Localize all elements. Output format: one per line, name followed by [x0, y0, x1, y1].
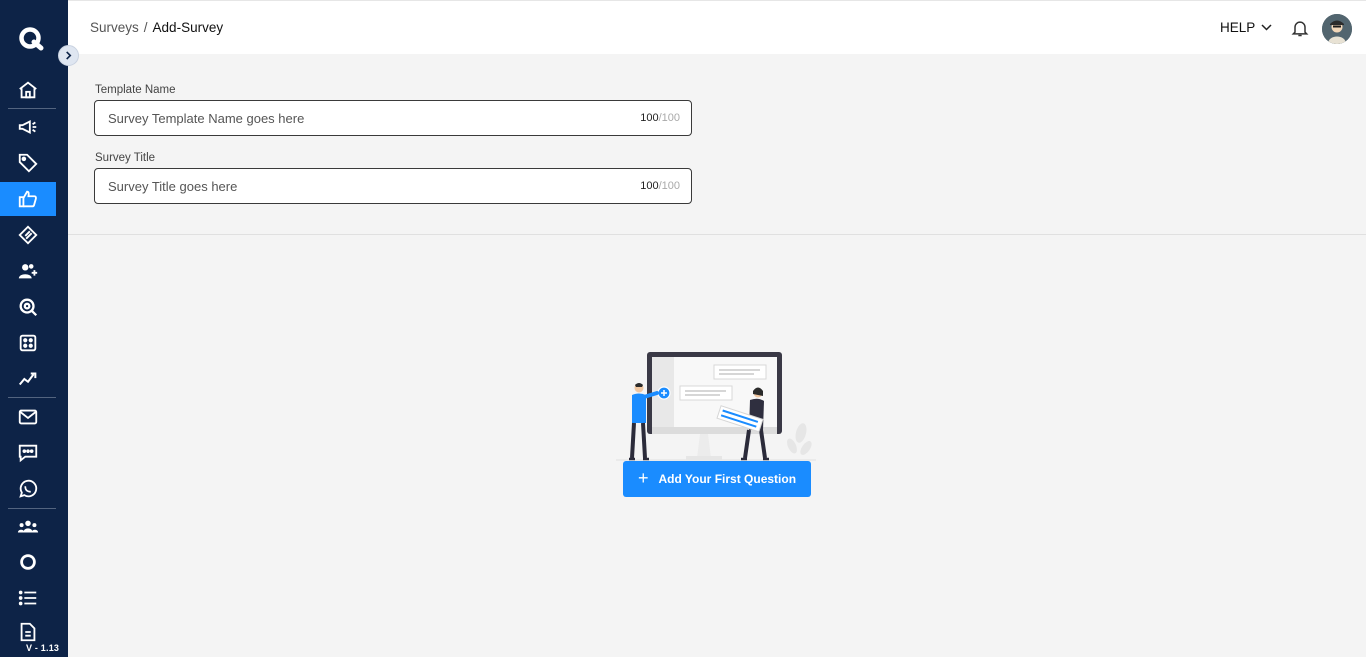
campaign-icon[interactable] — [0, 110, 56, 144]
empty-state-illustration — [616, 352, 816, 461]
template-name-field: 100/100 — [94, 100, 692, 136]
sidebar-divider — [8, 108, 56, 109]
template-name-char-counter: 100/100 — [640, 112, 680, 124]
plus-icon: + — [637, 468, 649, 488]
top-bar: Surveys / Add-Survey HELP — [68, 0, 1366, 54]
breadcrumb-surveys-link[interactable]: Surveys — [90, 20, 139, 35]
chevron-right-icon — [66, 51, 72, 60]
add-first-question-label: Add Your First Question — [658, 472, 797, 486]
help-dropdown[interactable]: HELP — [1220, 20, 1272, 35]
bell-icon[interactable] — [1290, 18, 1310, 38]
segments-icon[interactable] — [0, 545, 56, 579]
help-label: HELP — [1220, 20, 1256, 35]
avatar[interactable] — [1322, 14, 1352, 44]
home-icon[interactable] — [0, 73, 56, 107]
chevron-down-icon — [1261, 24, 1272, 31]
section-divider — [68, 234, 1366, 235]
breadcrumb-current: Add-Survey — [152, 20, 224, 35]
char-max: /100 — [658, 180, 680, 192]
whatsapp-icon[interactable] — [0, 472, 56, 506]
version-label: V - 1.13 — [26, 643, 60, 653]
logo-icon — [19, 27, 44, 51]
audience-icon[interactable] — [0, 510, 56, 544]
mail-icon[interactable] — [0, 400, 56, 434]
expand-sidebar-button[interactable] — [58, 45, 79, 66]
breadcrumb-separator: / — [143, 20, 148, 35]
tag-icon[interactable] — [0, 146, 56, 180]
offers-icon[interactable] — [0, 218, 56, 252]
survey-title-label: Survey Title — [95, 152, 156, 164]
template-name-input[interactable] — [108, 101, 628, 135]
breadcrumb: Surveys / Add-Survey — [90, 20, 223, 35]
char-max: /100 — [658, 112, 680, 124]
search-icon[interactable] — [0, 290, 56, 324]
surveys-icon[interactable] — [0, 182, 56, 216]
survey-title-field: 100/100 — [94, 168, 692, 204]
dice-icon[interactable] — [0, 326, 56, 360]
survey-title-input[interactable] — [108, 169, 628, 203]
list-icon[interactable] — [0, 581, 56, 615]
sms-icon[interactable] — [0, 436, 56, 470]
analytics-icon[interactable] — [0, 362, 56, 396]
sidebar-divider — [8, 397, 56, 398]
add-contacts-icon[interactable] — [0, 254, 56, 288]
char-count: 100 — [640, 112, 659, 124]
user-avatar-icon — [1322, 14, 1352, 44]
template-name-label: Template Name — [95, 84, 176, 96]
sidebar-divider — [8, 508, 56, 509]
char-count: 100 — [640, 180, 659, 192]
sidebar: V - 1.13 — [0, 0, 68, 657]
add-first-question-button[interactable]: + Add Your First Question — [623, 461, 811, 497]
survey-title-char-counter: 100/100 — [640, 180, 680, 192]
